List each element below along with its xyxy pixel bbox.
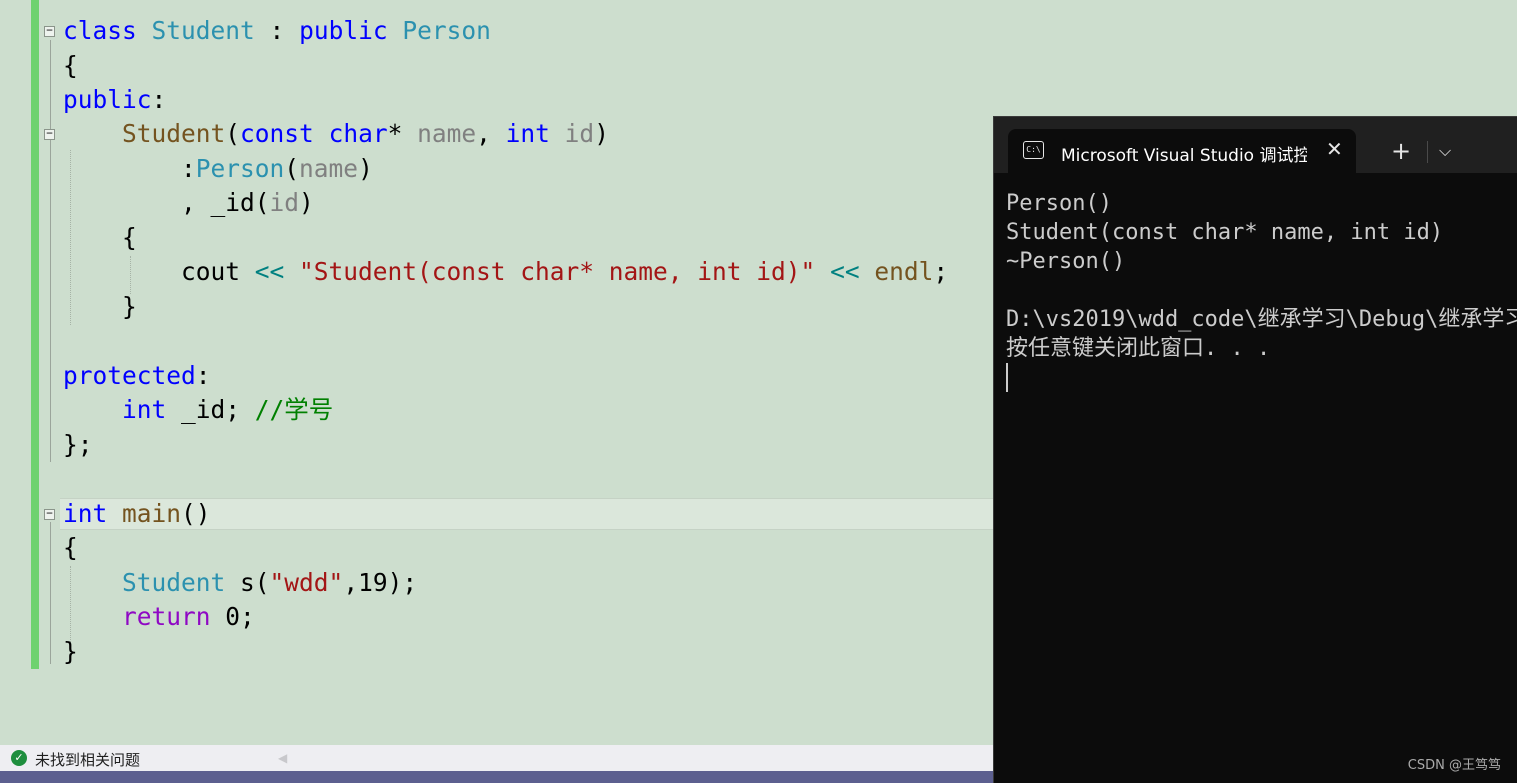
no-issues-message: 未找到相关问题 <box>35 751 141 769</box>
console-output[interactable]: Person() Student(const char* name, int i… <box>1006 189 1517 392</box>
parameter: name <box>299 154 359 183</box>
keyword: int <box>63 499 108 528</box>
code-line-1[interactable]: class Student : public Person <box>63 14 491 48</box>
type-name: Student <box>151 16 255 45</box>
comment: //学号 <box>254 395 334 424</box>
function-name: main <box>122 499 182 528</box>
change-tracking-bar <box>31 0 39 669</box>
operator: << <box>830 257 860 286</box>
title-separator <box>1427 141 1428 163</box>
function-name: Student <box>122 119 226 148</box>
function-name: endl <box>874 257 934 286</box>
watermark: CSDN @王笃笃 <box>1407 758 1501 773</box>
text-cursor <box>1006 363 1008 392</box>
keyword: public <box>63 85 152 114</box>
parameter: id <box>564 119 595 148</box>
terminal-tab[interactable]: C:\ Microsoft Visual Studio 调试控制台 ✕ <box>1008 129 1356 174</box>
code-line-3[interactable]: public: <box>63 83 166 117</box>
string-literal: "wdd" <box>269 568 344 597</box>
code-line-9[interactable]: } <box>63 290 137 324</box>
code-line-6[interactable]: , _id(id) <box>63 186 314 220</box>
code-line-7[interactable]: { <box>63 221 137 255</box>
code-line-11[interactable]: protected: <box>63 359 211 393</box>
fold-toggle-constructor[interactable]: − <box>44 129 55 140</box>
tab-title: Microsoft Visual Studio 调试控制台 <box>1061 146 1307 166</box>
type-name: Person <box>195 154 285 183</box>
code-line-13[interactable]: }; <box>63 428 93 462</box>
control-keyword: return <box>122 602 211 631</box>
fold-toggle-class[interactable]: − <box>44 26 55 37</box>
string-literal: "Student(const char* name, int id)" <box>299 257 816 286</box>
keyword: char <box>328 119 388 148</box>
keyword: public <box>299 16 388 45</box>
code-line-4[interactable]: Student(const char* name, int id) <box>63 117 609 151</box>
code-line-12[interactable]: int _id; //学号 <box>63 393 333 427</box>
code-line-5[interactable]: :Person(name) <box>63 152 373 186</box>
keyword: protected <box>63 361 196 390</box>
code-line-18[interactable]: return 0; <box>63 600 255 634</box>
error-status-bar: ✓ 未找到相关问题 ◀ <box>0 745 995 771</box>
code-line-2[interactable]: { <box>63 49 78 83</box>
type-name: Student <box>122 568 226 597</box>
code-line-8[interactable]: cout << "Student(const char* name, int i… <box>63 255 948 289</box>
plus-icon[interactable]: + <box>1391 139 1411 163</box>
console-line: Person() <box>1006 191 1112 216</box>
fold-outline-main <box>50 522 51 664</box>
parameter: name <box>417 119 477 148</box>
console-line: D:\vs2019\wdd_code\继承学习\Debug\继承学习.exe <box>1006 307 1517 332</box>
terminal-icon: C:\ <box>1023 141 1044 159</box>
code-line-17[interactable]: Student s("wdd",19); <box>63 566 417 600</box>
debug-console-window[interactable]: C:\ Microsoft Visual Studio 调试控制台 ✕ + ⌵ … <box>993 116 1517 783</box>
keyword: const <box>240 119 314 148</box>
bottom-strip <box>0 771 995 783</box>
scroll-left-icon[interactable]: ◀ <box>278 751 287 765</box>
parameter: id <box>269 188 300 217</box>
operator: << <box>254 257 285 286</box>
check-circle-icon: ✓ <box>11 750 27 766</box>
keyword: int <box>122 395 167 424</box>
code-editor[interactable]: − − − class Student : public Person { pu… <box>0 0 995 745</box>
terminal-title-bar[interactable]: C:\ Microsoft Visual Studio 调试控制台 ✕ + ⌵ <box>994 117 1517 174</box>
console-line: ~Person() <box>1006 249 1126 274</box>
type-name: Person <box>402 16 491 45</box>
console-line: Student(const char* name, int id) <box>1006 220 1444 245</box>
code-line-19[interactable]: } <box>63 635 78 669</box>
fold-outline-class <box>50 40 51 462</box>
code-line-15[interactable]: int main() <box>63 497 211 531</box>
chevron-down-icon[interactable]: ⌵ <box>1439 141 1451 161</box>
fold-toggle-main[interactable]: − <box>44 509 55 520</box>
console-line: 按任意键关闭此窗口. . . <box>1006 336 1271 361</box>
close-icon[interactable]: ✕ <box>1326 137 1343 161</box>
keyword: int <box>505 119 550 148</box>
keyword: class <box>63 16 137 45</box>
code-line-16[interactable]: { <box>63 531 78 565</box>
